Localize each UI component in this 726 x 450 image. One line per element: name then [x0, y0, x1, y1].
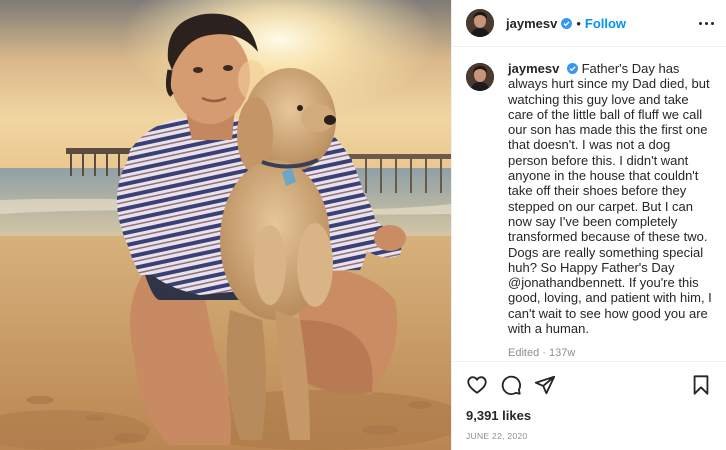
- separator-dot: •: [576, 15, 581, 31]
- avatar-image: [466, 63, 494, 91]
- caption-meta: Edited · 137w: [508, 347, 576, 360]
- follow-button[interactable]: Follow: [585, 16, 626, 31]
- more-options-icon[interactable]: [699, 18, 714, 29]
- likes-count[interactable]: 9,391 likes: [466, 408, 531, 423]
- post-date[interactable]: June 22, 2020: [466, 431, 528, 441]
- username-link[interactable]: jaymesv: [506, 16, 557, 31]
- caption-text-block: jaymesv Father's Day has always hurt sin…: [508, 61, 713, 336]
- caption-username-link[interactable]: jaymesv: [508, 61, 559, 76]
- avatar[interactable]: [466, 9, 494, 37]
- verified-badge-icon: [561, 17, 573, 29]
- comment-icon[interactable]: [500, 374, 522, 396]
- avatar-image: [466, 9, 494, 37]
- bookmark-icon[interactable]: [690, 374, 712, 396]
- divider: [452, 361, 726, 362]
- beach-dog-photo: [0, 0, 451, 450]
- caption-text: Father's Day has always hurt since my Da…: [508, 61, 712, 337]
- caption-body: jaymesv Father's Day has always hurt sin…: [508, 61, 713, 361]
- caption-section: jaymesv Father's Day has always hurt sin…: [452, 47, 726, 361]
- post-image[interactable]: [0, 0, 451, 450]
- post-header: jaymesv • Follow: [452, 0, 726, 47]
- action-bar: [466, 372, 712, 398]
- caption-row: jaymesv Father's Day has always hurt sin…: [466, 61, 714, 361]
- post-sidebar: jaymesv • Follow jaymesv Father's Day ha…: [451, 0, 726, 450]
- caption-avatar[interactable]: [466, 63, 494, 91]
- verified-badge-icon: [566, 63, 578, 74]
- heart-icon[interactable]: [466, 374, 488, 396]
- paper-plane-icon[interactable]: [534, 374, 556, 396]
